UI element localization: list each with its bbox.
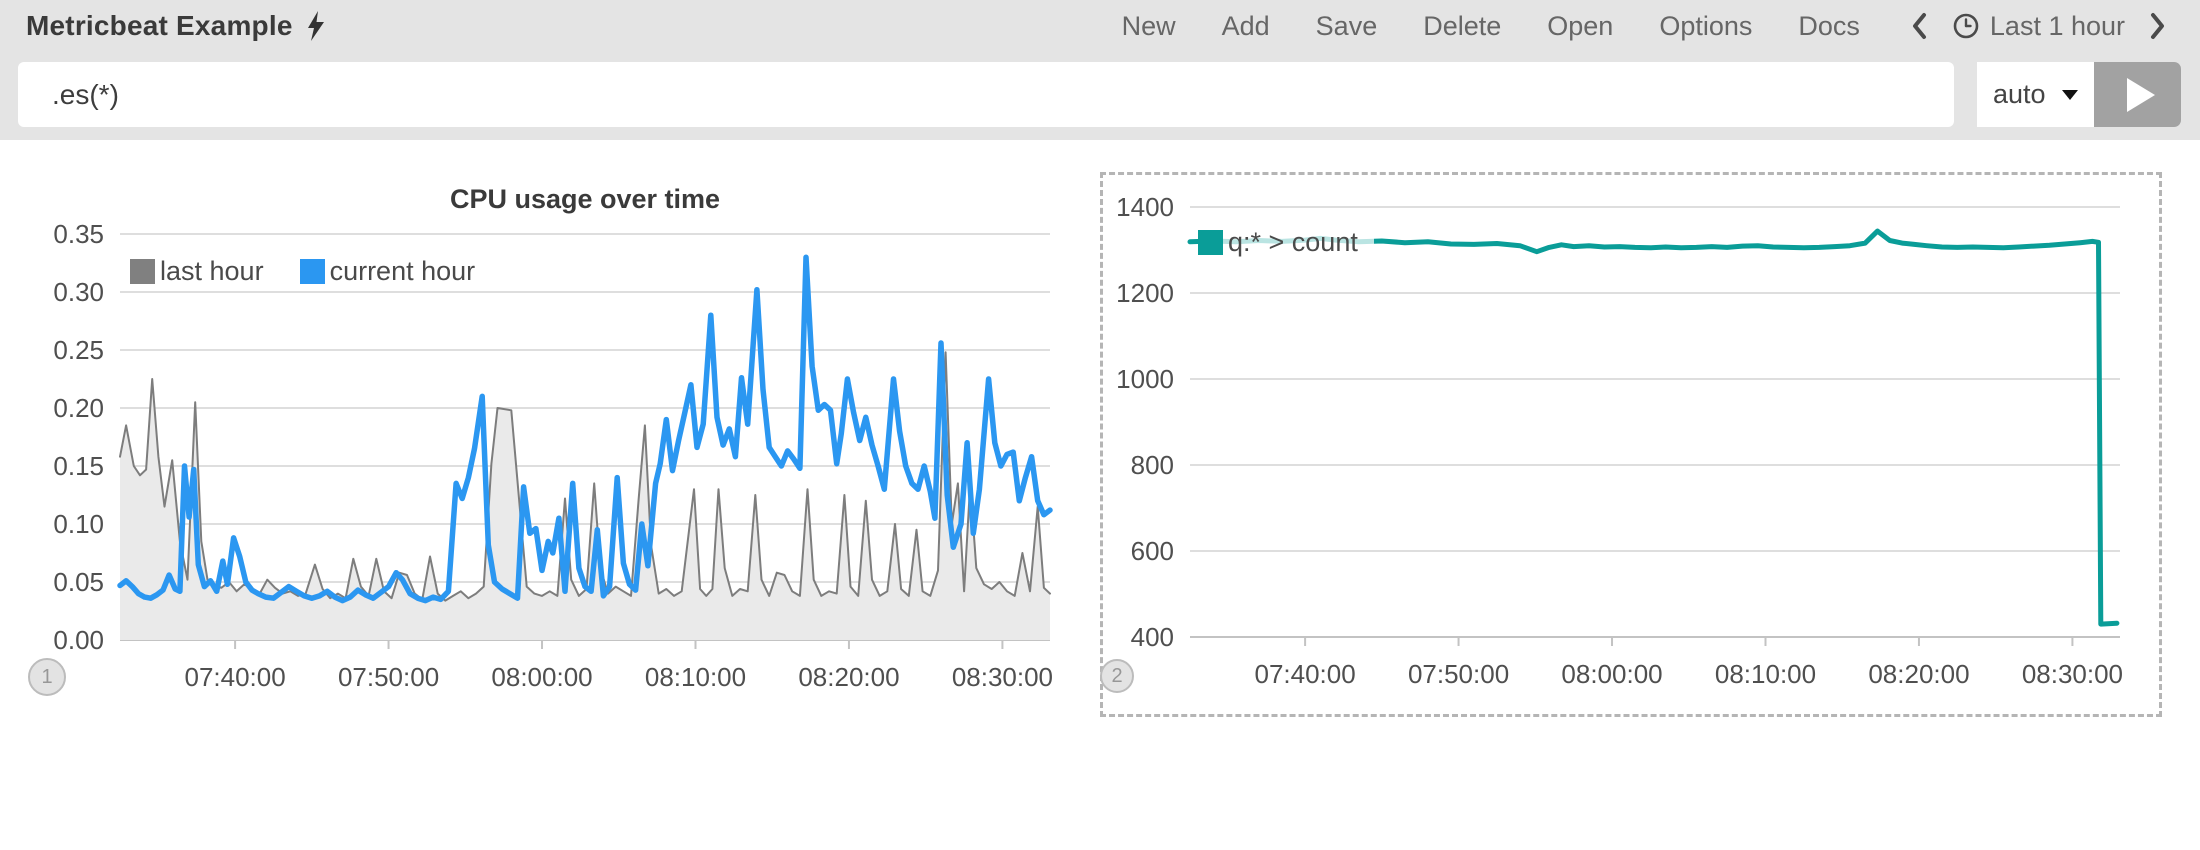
series-area xyxy=(120,352,1050,640)
series-line xyxy=(120,257,1050,600)
menu-item-add[interactable]: Add xyxy=(1199,11,1293,42)
chart-legend: q:* > count xyxy=(1198,224,1374,261)
x-axis-label: 08:00:00 xyxy=(491,662,592,692)
x-axis-label: 08:10:00 xyxy=(645,662,746,692)
y-axis-label: 0.20 xyxy=(53,393,104,423)
interval-select[interactable]: auto xyxy=(1977,62,2094,127)
legend-item: current hour xyxy=(300,256,476,287)
menu-item-open[interactable]: Open xyxy=(1524,11,1636,42)
legend-item: q:* > count xyxy=(1198,227,1358,258)
timepicker-group: Last 1 hour xyxy=(1901,11,2176,42)
legend-label: current hour xyxy=(330,256,476,287)
clock-icon xyxy=(1952,12,1980,40)
lightning-icon xyxy=(305,11,327,41)
timepicker-button[interactable]: Last 1 hour xyxy=(1952,11,2125,42)
y-axis-label: 0.00 xyxy=(53,625,104,655)
legend-item: last hour xyxy=(130,256,264,287)
chart-legend: last hour current hour xyxy=(130,256,511,287)
menu-items: NewAddSaveDeleteOpenOptionsDocs xyxy=(1099,11,1883,42)
legend-label: last hour xyxy=(160,256,264,287)
menu-item-new[interactable]: New xyxy=(1099,11,1199,42)
chart-title: CPU usage over time xyxy=(450,184,720,214)
legend-swatch-icon xyxy=(130,259,155,284)
legend-swatch-icon xyxy=(300,259,325,284)
series-line xyxy=(120,352,1050,600)
y-axis-label: 0.05 xyxy=(53,567,104,597)
top-toolbar: Metricbeat Example NewAddSaveDeleteOpenO… xyxy=(0,0,2200,140)
x-axis-label: 08:30:00 xyxy=(952,662,1053,692)
title-row: Metricbeat Example NewAddSaveDeleteOpenO… xyxy=(0,0,2200,52)
panel-number-badge: 1 xyxy=(28,658,66,696)
y-axis-label: 0.25 xyxy=(53,335,104,365)
play-icon xyxy=(2127,78,2155,112)
legend-label: q:* > count xyxy=(1228,227,1358,258)
menu-item-delete[interactable]: Delete xyxy=(1400,11,1524,42)
chevron-left-icon[interactable] xyxy=(1901,11,1938,41)
menu-item-options[interactable]: Options xyxy=(1636,11,1775,42)
run-button[interactable] xyxy=(2094,62,2181,127)
y-axis-label: 0.10 xyxy=(53,509,104,539)
app-title: Metricbeat Example xyxy=(26,10,293,42)
x-axis-label: 07:40:00 xyxy=(184,662,285,692)
panel-number-badge: 2 xyxy=(1100,659,1134,693)
interval-value: auto xyxy=(1993,79,2046,110)
y-axis-label: 0.30 xyxy=(53,277,104,307)
query-input[interactable] xyxy=(18,62,1954,127)
timepicker-label: Last 1 hour xyxy=(1990,11,2125,42)
x-axis-label: 07:50:00 xyxy=(338,662,439,692)
menu-item-save[interactable]: Save xyxy=(1293,11,1401,42)
y-axis-label: 0.35 xyxy=(53,219,104,249)
menu-item-docs[interactable]: Docs xyxy=(1775,11,1883,42)
chevron-right-icon[interactable] xyxy=(2139,11,2176,41)
x-axis-label: 08:20:00 xyxy=(798,662,899,692)
chevron-down-icon xyxy=(2062,90,2078,100)
legend-swatch-icon xyxy=(1198,230,1223,255)
y-axis-label: 0.15 xyxy=(53,451,104,481)
toolbar-menu: NewAddSaveDeleteOpenOptionsDocs Last 1 h… xyxy=(1099,0,2176,52)
